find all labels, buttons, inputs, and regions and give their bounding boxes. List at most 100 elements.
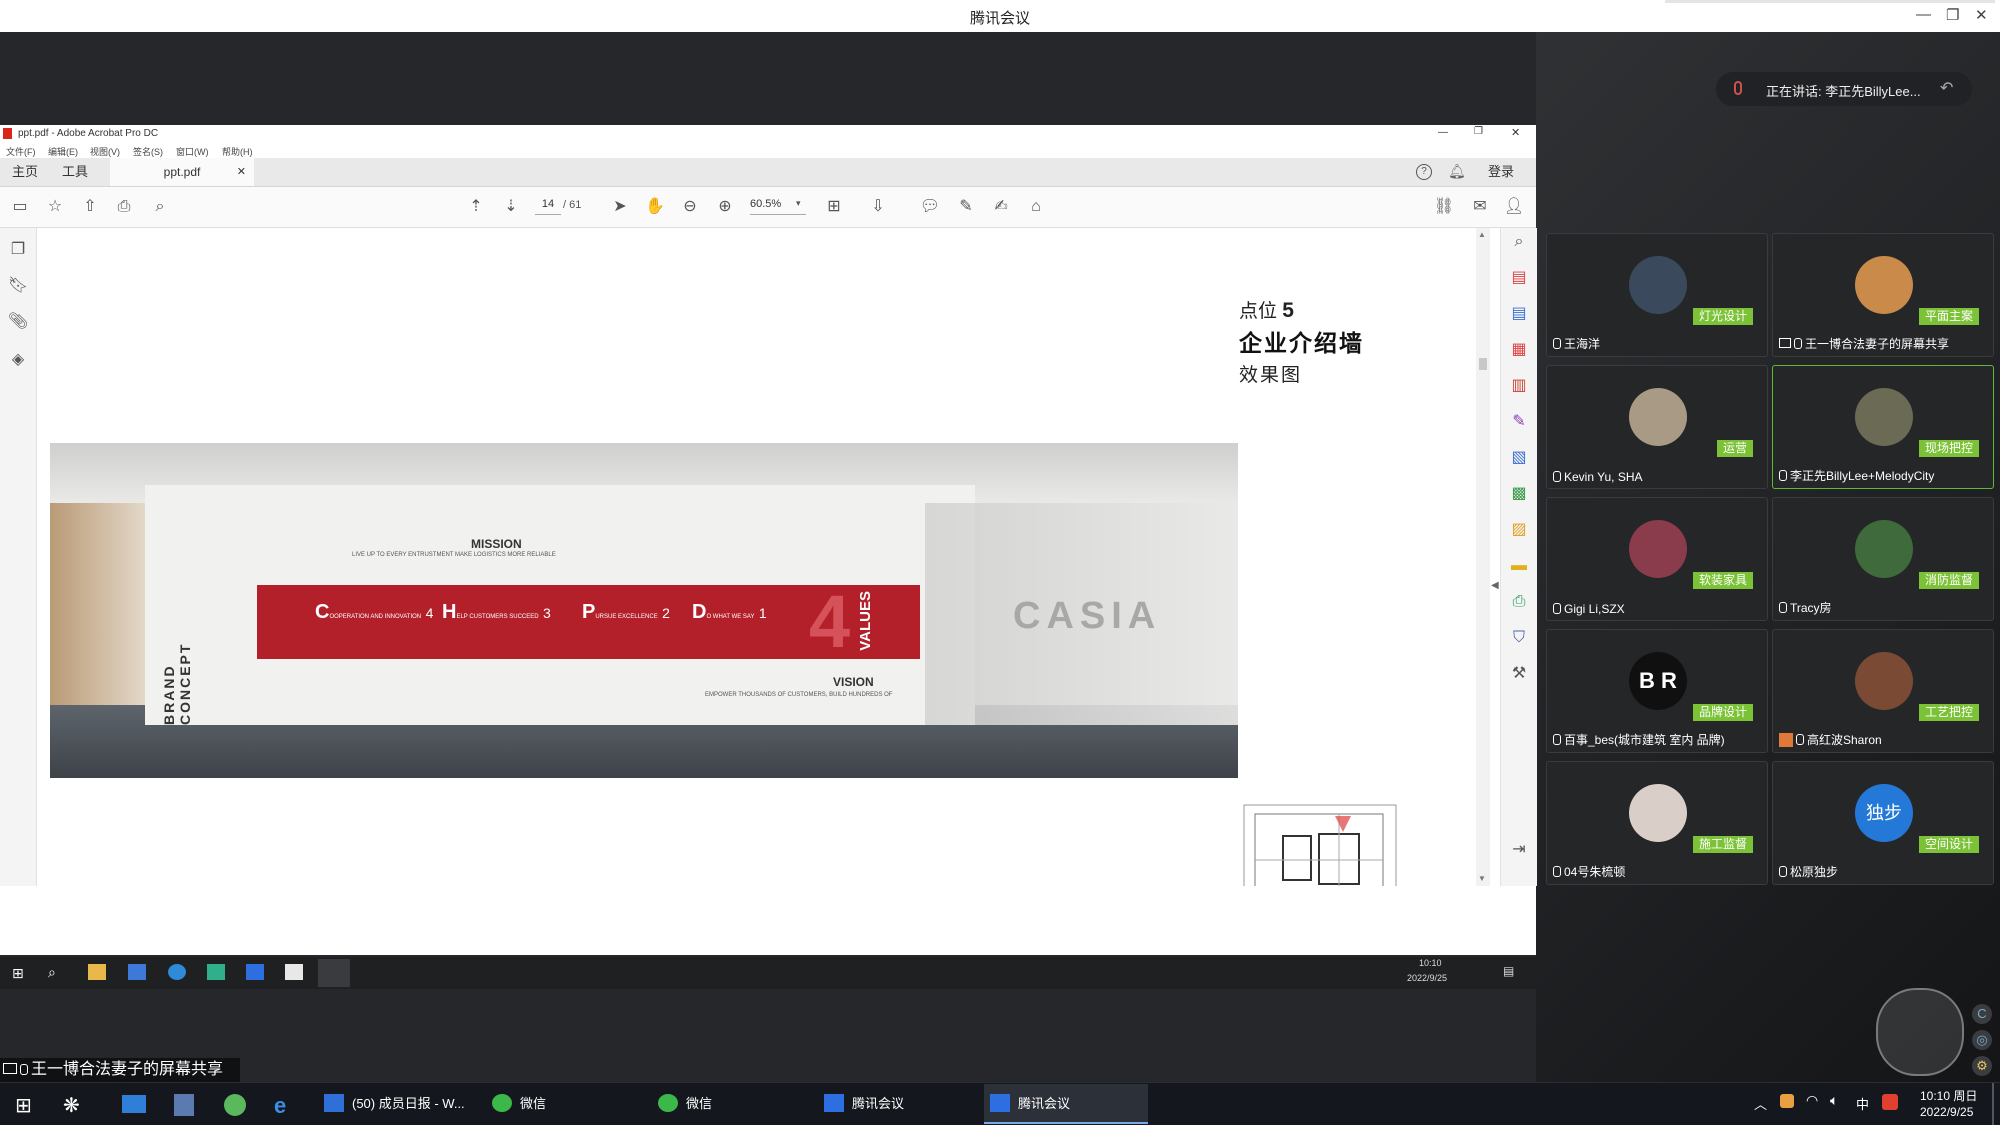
- protect-icon[interactable]: ⛉: [1507, 626, 1531, 650]
- edit-pdf-icon[interactable]: ▥: [1507, 374, 1531, 398]
- pen-icon[interactable]: ✎: [954, 195, 978, 219]
- login-button[interactable]: 登录: [1488, 158, 1514, 186]
- create-pdf-icon[interactable]: ▤: [1507, 266, 1531, 290]
- zoom-tool-icon[interactable]: ⌕: [1507, 230, 1531, 254]
- attachment-icon[interactable]: 📎︎: [6, 310, 30, 334]
- app-swirl-icon[interactable]: ❋: [63, 1093, 80, 1118]
- scroll-down-icon[interactable]: ▼: [1478, 874, 1486, 883]
- restore-icon[interactable]: ❐: [1946, 6, 1959, 24]
- participant-tile[interactable]: B R 品牌设计 百事_bes(城市建筑 室内 品牌): [1546, 629, 1768, 753]
- ie-icon[interactable]: e: [274, 1093, 286, 1119]
- wifi-icon[interactable]: ◠: [1806, 1092, 1818, 1109]
- tab-document[interactable]: ppt.pdf ✕: [110, 158, 254, 186]
- acrobat-minimize-icon[interactable]: —: [1438, 127, 1448, 138]
- scan-icon[interactable]: ▨: [1507, 518, 1531, 542]
- clock-date[interactable]: 2022/9/25: [1920, 1105, 1973, 1119]
- taskbar-app-meeting-active[interactable]: 腾讯会议: [984, 1084, 1148, 1124]
- hand-tool-icon[interactable]: ✋: [643, 195, 667, 219]
- page-up-icon[interactable]: ⇡: [464, 195, 488, 219]
- ime-indicator[interactable]: 中: [1856, 1094, 1869, 1113]
- star-icon[interactable]: ☆: [43, 195, 67, 219]
- taskbar-app-wechat[interactable]: 微信: [652, 1084, 810, 1124]
- mail-icon[interactable]: ✉: [1468, 195, 1492, 219]
- show-desktop-button[interactable]: [1992, 1083, 1994, 1125]
- link-icon[interactable]: ⛓: [1432, 195, 1456, 219]
- menu-view[interactable]: 视图(V): [90, 145, 120, 158]
- vertical-scrollbar[interactable]: ▲ ▼: [1476, 228, 1490, 886]
- acrobat-title: ppt.pdf - Adobe Acrobat Pro DC: [18, 128, 159, 139]
- floating-action-icon[interactable]: C: [1972, 1004, 1992, 1024]
- comment-tool-icon[interactable]: ▬: [1507, 554, 1531, 578]
- file-icon[interactable]: [174, 1094, 194, 1116]
- send-review-icon[interactable]: ▧: [1507, 446, 1531, 470]
- volume-icon[interactable]: 🔈︎: [1830, 1092, 1838, 1109]
- select-arrow-icon[interactable]: ➤: [608, 195, 632, 219]
- participant-tile[interactable]: 运营 Kevin Yu, SHA: [1546, 365, 1768, 489]
- print-icon[interactable]: ⎙: [112, 195, 136, 219]
- comment-icon[interactable]: 💬︎: [918, 195, 942, 219]
- close-icon[interactable]: ✕: [1975, 6, 1988, 24]
- search-icon[interactable]: ⌕: [148, 195, 172, 219]
- start-icon[interactable]: ⊞: [15, 1093, 32, 1118]
- taskbar-app-daily-report[interactable]: (50) 成员日报 - W...: [318, 1084, 476, 1124]
- app-icon[interactable]: [122, 1095, 146, 1113]
- fit-page-icon[interactable]: ⊞: [822, 195, 846, 219]
- participant-tile-active-speaker[interactable]: 现场把控 李正先BillyLee+MelodyCity: [1772, 365, 1994, 489]
- acrobat-restore-icon[interactable]: ❐: [1474, 126, 1483, 137]
- organize-pages-icon[interactable]: ▦: [1507, 338, 1531, 362]
- add-user-icon[interactable]: 👤︎: [1502, 195, 1526, 219]
- page-input[interactable]: 14: [535, 198, 561, 215]
- collapse-panel-icon[interactable]: ⇥: [1507, 838, 1531, 862]
- more-tools-icon[interactable]: ⚒: [1507, 662, 1531, 686]
- sogou-ime-icon[interactable]: [1882, 1094, 1898, 1110]
- collapse-arrow-icon[interactable]: ↶: [1940, 78, 1953, 98]
- participant-tile[interactable]: 工艺把控 高红波Sharon: [1772, 629, 1994, 753]
- menu-help[interactable]: 帮助(H): [222, 145, 253, 158]
- menu-edit[interactable]: 编辑(E): [48, 145, 78, 158]
- floating-action-icon[interactable]: ◎: [1972, 1030, 1992, 1050]
- zoom-dropdown-icon[interactable]: ▾: [796, 198, 801, 209]
- acrobat-close-icon[interactable]: ✕: [1511, 126, 1520, 139]
- clock-time[interactable]: 10:10 周日: [1920, 1087, 1977, 1104]
- taskbar-app-meeting[interactable]: 腾讯会议: [818, 1084, 976, 1124]
- mic-icon: [1779, 866, 1787, 877]
- participant-tile[interactable]: 平面主案 王一博合法妻子的屏幕共享: [1772, 233, 1994, 357]
- tab-home[interactable]: 主页: [12, 158, 38, 186]
- help-icon[interactable]: ?: [1416, 164, 1432, 180]
- settings-gear-icon[interactable]: ⚙: [1972, 1056, 1992, 1076]
- participant-tile[interactable]: 独步 空间设计 松原独步: [1772, 761, 1994, 885]
- participant-tile[interactable]: 施工监督 04号朱梳顿: [1546, 761, 1768, 885]
- tab-close-icon[interactable]: ✕: [237, 158, 246, 186]
- tag-icon[interactable]: ⌂: [1024, 195, 1048, 219]
- save-icon[interactable]: ▭: [8, 195, 32, 219]
- bell-icon[interactable]: 🔔︎: [1448, 163, 1466, 180]
- sign-icon[interactable]: ✍: [989, 195, 1013, 219]
- menu-sign[interactable]: 签名(S): [133, 145, 163, 158]
- participant-tile[interactable]: 灯光设计 王海洋: [1546, 233, 1768, 357]
- scroll-mode-icon[interactable]: ⇩: [866, 195, 890, 219]
- participant-tile[interactable]: 消防监督 Tracy房: [1772, 497, 1994, 621]
- participant-tile[interactable]: 软装家具 Gigi Li,SZX: [1546, 497, 1768, 621]
- tray-chevron-icon[interactable]: ︿: [1754, 1094, 1767, 1113]
- layers-icon[interactable]: ◈: [6, 348, 30, 372]
- export-pdf-icon[interactable]: ▤: [1507, 302, 1531, 326]
- right-panel-toggle-icon[interactable]: ◀: [1491, 580, 1499, 591]
- pages-icon[interactable]: ❐: [6, 238, 30, 262]
- zoom-in-icon[interactable]: ⊕: [713, 195, 737, 219]
- minimize-icon[interactable]: —: [1916, 6, 1931, 23]
- compare-icon[interactable]: ▩: [1507, 482, 1531, 506]
- scroll-up-icon[interactable]: ▲: [1478, 230, 1486, 239]
- zoom-out-icon[interactable]: ⊖: [678, 195, 702, 219]
- tray-app-icon[interactable]: [1780, 1094, 1794, 1108]
- tab-tools[interactable]: 工具: [62, 158, 88, 186]
- menu-window[interactable]: 窗口(W): [176, 145, 209, 158]
- browser-360-icon[interactable]: [224, 1094, 246, 1116]
- fill-sign-icon[interactable]: ✎: [1507, 410, 1531, 434]
- page-down-icon[interactable]: ⇣: [499, 195, 523, 219]
- bookmark-icon[interactable]: 🔖︎: [6, 274, 30, 298]
- menu-file[interactable]: 文件(F): [6, 145, 36, 158]
- upload-icon[interactable]: ⇧: [78, 195, 102, 219]
- scroll-thumb[interactable]: [1479, 358, 1487, 370]
- taskbar-app-wechat[interactable]: 微信: [486, 1084, 644, 1124]
- print-production-icon[interactable]: ⎙: [1507, 590, 1531, 614]
